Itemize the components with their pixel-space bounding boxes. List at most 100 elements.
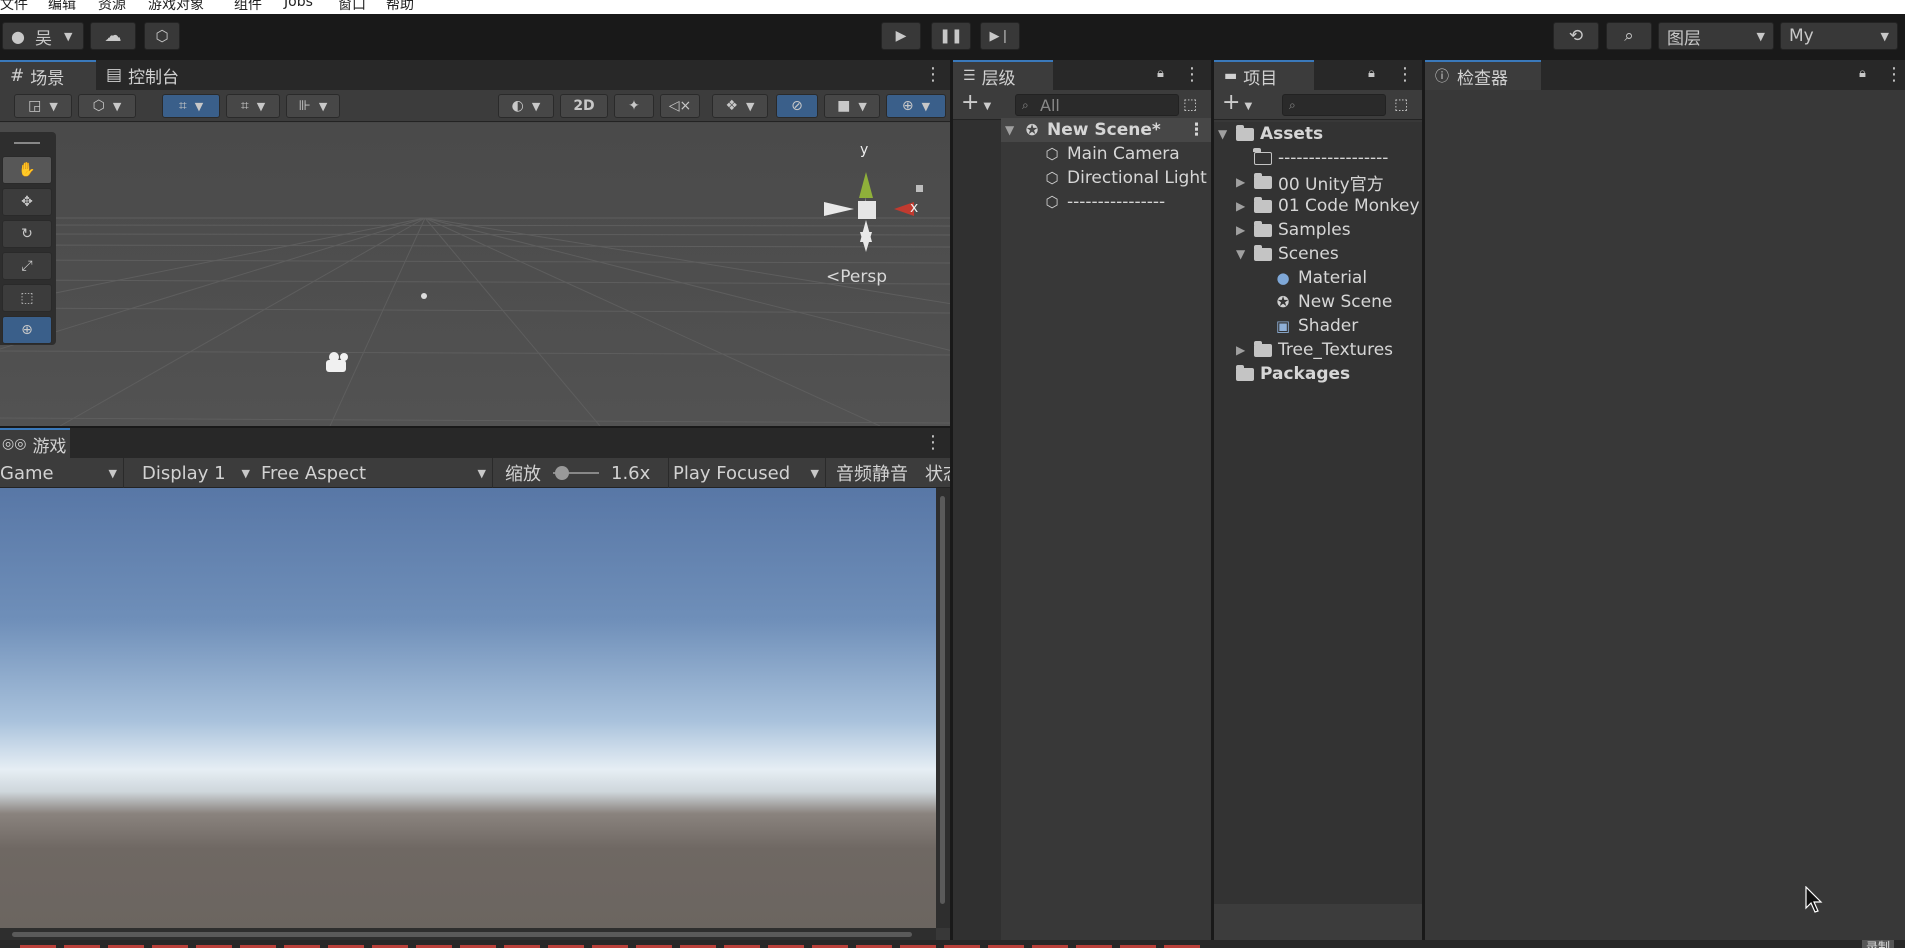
tab-scene[interactable]: # 场景 [0,60,96,90]
persp-label[interactable]: <Persp [826,267,887,287]
hierarchy-item[interactable]: ⬡ Main Camera [1043,142,1179,166]
gizmos-dropdown[interactable]: ⊕ ▼ [886,94,946,118]
tab-hierarchy[interactable]: ☰ 层级 [953,60,1053,90]
project-item[interactable]: ▶ Samples [1236,218,1351,242]
add-button[interactable]: + ▼ [961,90,991,115]
aspect-dropdown[interactable]: Free Aspect ▼ [261,458,493,488]
shading-dropdown[interactable]: ◐ ▼ [498,94,554,118]
menu-file[interactable]: 文件 [0,0,28,14]
lighting-toggle[interactable]: ✦ [614,94,654,118]
history-button[interactable]: ⟲ [1553,22,1599,50]
camera-dropdown[interactable]: ■ ▼ [824,94,880,118]
layout-dropdown[interactable]: My ▼ [1780,22,1898,50]
project-item[interactable]: Packages [1218,362,1350,386]
expand-right-icon[interactable]: ▶ [1236,199,1248,213]
project-item[interactable]: ✪ New Scene [1256,290,1393,314]
aspect-label: Free Aspect [261,462,367,484]
project-item[interactable]: ▼ Scenes [1236,242,1339,266]
lock-icon[interactable]: 🔒︎ [1157,66,1164,81]
move-tool[interactable]: ✥ [2,188,52,216]
more-icon[interactable]: ⋮ [924,432,942,453]
stats-toggle[interactable]: 状态 [925,458,950,488]
search-options-icon[interactable]: ⬚ [1394,95,1408,113]
effects-dropdown[interactable]: ❖ ▼ [712,94,768,118]
expand-down-icon[interactable]: ▼ [1236,247,1248,261]
scene-row[interactable]: ▼ ✪ New Scene* ⋮ [1001,118,1211,142]
tab-project[interactable]: ▬ 项目 [1214,60,1314,90]
expand-right-icon[interactable]: ▶ [1236,343,1248,357]
scale-tool[interactable]: ⤢ [2,252,52,280]
scale-slider-thumb[interactable] [555,466,569,480]
rect-tool[interactable]: ⬚ [2,284,52,312]
tab-inspector[interactable]: ⓘ 检查器 [1425,60,1541,90]
project-item[interactable]: ▶ Tree_Textures [1236,338,1393,362]
project-search-input[interactable]: ⌕ [1282,94,1386,116]
display-dropdown[interactable]: Display 1 ▼ [142,458,252,488]
global-dropdown[interactable]: ⬡ ▼ [78,94,136,118]
add-button[interactable]: + ▼ [1222,90,1252,115]
project-item[interactable]: ▣ Shader [1256,314,1358,338]
record-label[interactable]: 录制 [1862,940,1895,948]
grid-snap-button[interactable]: ⌗ ▼ [162,94,220,118]
more-icon[interactable]: ⋮ [924,64,942,85]
account-dropdown[interactable]: ● 吴 ▼ [2,22,84,50]
game-view[interactable] [0,488,936,928]
step-button[interactable]: ▶❘ [980,22,1020,50]
menu-window[interactable]: 窗口 [338,0,366,14]
search-options-icon[interactable]: ⬚ [1183,95,1197,113]
search-icon: ⌕ [1022,97,1029,112]
layout-label: My [1789,26,1814,46]
mute-audio-toggle[interactable]: 音频静音 [836,458,908,488]
hierarchy-item[interactable]: ⬡ ---------------- [1043,190,1165,214]
layers-dropdown[interactable]: 图层 ▼ [1658,22,1774,50]
2d-toggle[interactable]: 2D [560,94,608,118]
project-item[interactable]: ▶ 00 Unity官方 [1236,170,1384,195]
project-item[interactable]: ------------------ [1236,146,1388,170]
menu-jobs[interactable]: Jobs [284,0,313,10]
game-scrollbar[interactable] [936,488,950,928]
hidden-objects-toggle[interactable]: ⊘ [776,94,818,118]
scrollbar-thumb[interactable] [940,496,945,904]
cloud-button[interactable]: ☁ [90,22,136,50]
collab-button[interactable]: ⬡ [144,22,180,50]
play-button[interactable]: ▶ [881,22,921,50]
project-item[interactable]: ▶ 01 Code Monkey [1236,194,1420,218]
scene-viewport[interactable] [0,123,950,426]
menu-component[interactable]: 组件 [234,0,262,14]
expand-right-icon[interactable]: ▶ [1236,175,1248,189]
more-icon[interactable]: ⋮ [1396,64,1414,85]
play-icon: ▶ [895,28,907,44]
menu-gameobject[interactable]: 游戏对象 [148,0,204,14]
search-button[interactable]: ⌕ [1606,22,1652,50]
tool-handle-dropdown[interactable]: ◲ ▼ [14,94,72,118]
more-icon[interactable]: ⋮ [1188,120,1205,140]
rotate-tool[interactable]: ↻ [2,220,52,248]
ruler-button[interactable]: ⊪ ▼ [286,94,340,118]
increment-snap-button[interactable]: ⌗ ▼ [226,94,280,118]
lock-icon[interactable]: 🔒︎ [1859,66,1866,81]
rotate-icon: ↻ [21,226,33,242]
lock-icon[interactable]: 🔒︎ [1368,66,1375,81]
hierarchy-search-input[interactable]: ⌕ All [1015,94,1179,116]
menu-edit[interactable]: 编辑 [48,0,76,14]
hand-tool[interactable]: ✋ [2,156,52,184]
pause-button[interactable]: ❚❚ [931,22,971,50]
tab-console[interactable]: ▤ 控制台 [96,60,189,90]
expand-right-icon[interactable]: ▶ [1236,223,1248,237]
expand-down-icon[interactable]: ▼ [1218,127,1230,141]
project-item[interactable]: ▼ Assets [1218,122,1323,146]
project-item[interactable]: ● Material [1256,266,1367,290]
menu-help[interactable]: 帮助 [386,0,414,14]
menu-assets[interactable]: 资源 [98,0,126,14]
more-icon[interactable]: ⋮ [1183,64,1201,85]
more-icon[interactable]: ⋮ [1885,64,1903,85]
orientation-gizmo[interactable]: y x [818,142,938,252]
game-mode-dropdown[interactable]: Game ▼ [0,458,124,488]
tab-game[interactable]: ◎◎ 游戏 [0,428,70,458]
scale-slider[interactable] [553,466,599,480]
hierarchy-item[interactable]: ⬡ Directional Light [1043,166,1206,190]
transform-tool[interactable]: ⊕ [2,316,52,344]
hscrollbar-thumb[interactable] [12,932,912,937]
play-focused-dropdown[interactable]: Play Focused ▼ [668,458,826,488]
audio-toggle[interactable]: ◁× [660,94,700,118]
